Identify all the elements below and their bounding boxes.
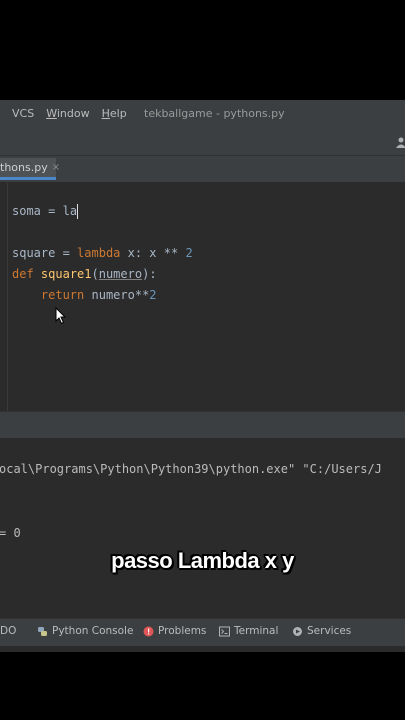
ide-window: VCS Window Help tekballgame - pythons.py… xyxy=(0,100,405,652)
services-icon xyxy=(293,626,302,636)
code-line-3: def square1(numero): xyxy=(12,267,157,281)
editor-tabs: thons.py × xyxy=(0,156,405,183)
run-console[interactable]: ocal\Programs\Python\Python39\python.exe… xyxy=(0,456,405,616)
error-icon xyxy=(143,626,154,636)
python-console-tab[interactable]: Python Console xyxy=(37,625,133,637)
tab-label: thons.py xyxy=(0,161,48,174)
python-icon xyxy=(38,626,47,636)
menu-window[interactable]: Window xyxy=(46,107,89,120)
navigation-bar xyxy=(0,127,405,156)
code-editor[interactable]: soma = la square = lambda x: x ** 2 def … xyxy=(0,183,405,411)
window-title: tekballgame - pythons.py xyxy=(144,107,285,120)
console-output-line: = 0 xyxy=(0,526,21,540)
problems-tab[interactable]: Problems xyxy=(143,625,206,637)
menu-bar: VCS Window Help tekballgame - pythons.py xyxy=(0,100,405,127)
bottom-tool-bar: DO Python Console Problems Terminal Serv… xyxy=(0,618,405,646)
gutter-divider xyxy=(7,183,8,411)
todo-tab[interactable]: DO xyxy=(0,625,16,637)
mouse-pointer-icon xyxy=(55,307,67,325)
code-content[interactable]: soma = la square = lambda x: x ** 2 def … xyxy=(12,201,193,306)
tab-pythons-py[interactable]: thons.py × xyxy=(0,158,60,180)
video-caption: passo Lambda x y xyxy=(111,548,294,573)
terminal-icon xyxy=(219,626,230,636)
menu-help[interactable]: Help xyxy=(102,107,127,120)
code-line-4: return numero**2 xyxy=(40,288,157,302)
services-tab[interactable]: Services xyxy=(292,625,351,637)
console-command-line: ocal\Programs\Python\Python39\python.exe… xyxy=(0,462,382,476)
code-line-2: square = lambda x: x ** 2 xyxy=(12,246,193,260)
run-panel-header xyxy=(0,411,405,438)
close-icon[interactable]: × xyxy=(52,162,60,173)
terminal-tab[interactable]: Terminal xyxy=(219,625,278,637)
code-line-1: soma = la xyxy=(12,204,79,219)
text-caret xyxy=(77,204,79,219)
menu-vcs[interactable]: VCS xyxy=(12,107,34,120)
user-icon[interactable] xyxy=(393,136,405,148)
